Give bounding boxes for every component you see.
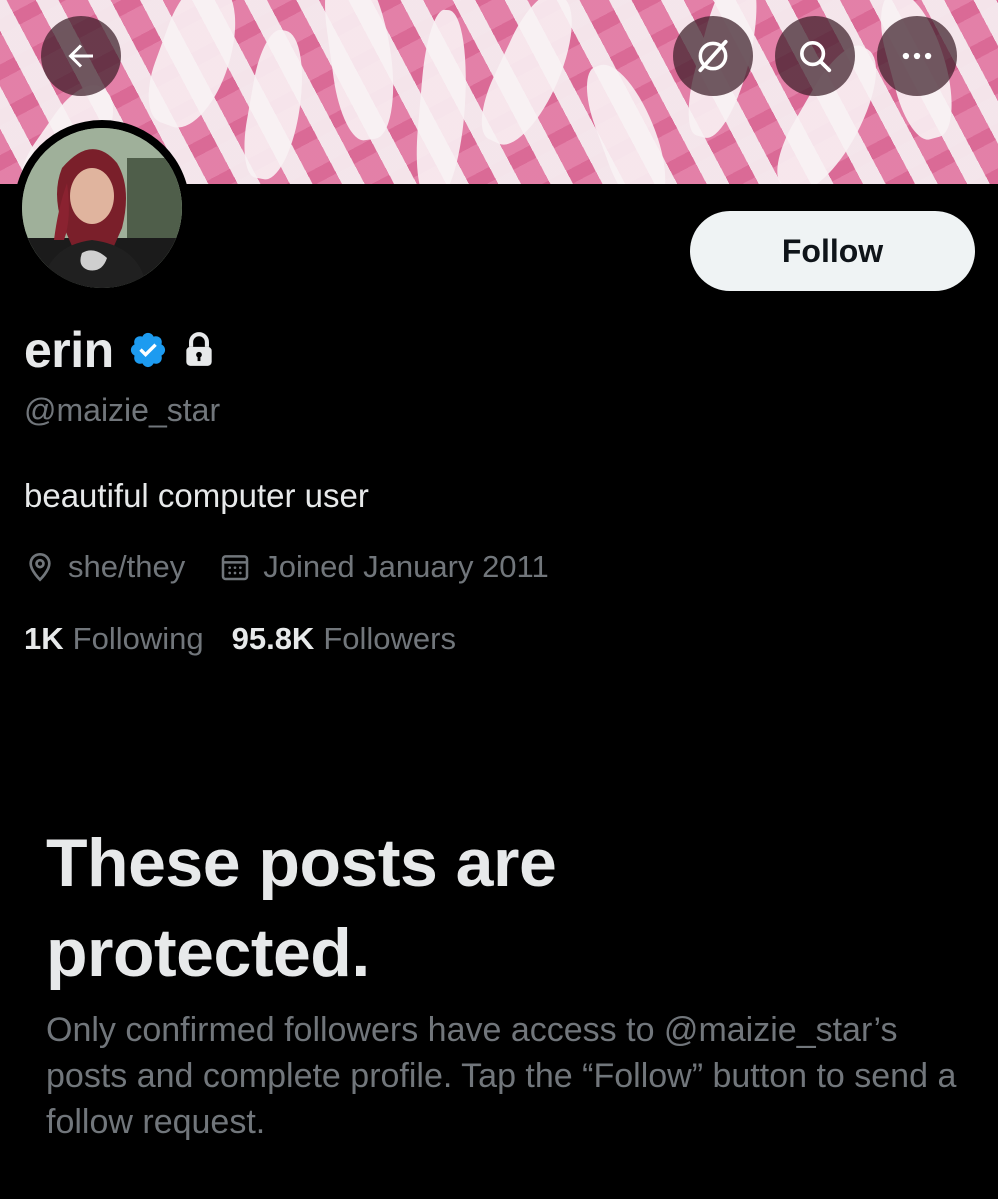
location-pin-icon bbox=[29, 552, 51, 582]
profile-page: Follow erin @maizie_star beautiful compu… bbox=[0, 0, 998, 1199]
following-link[interactable]: 1K Following bbox=[24, 621, 204, 657]
joined-date: Joined January 2011 bbox=[263, 549, 549, 584]
arrow-left-icon bbox=[68, 44, 93, 68]
following-count: 1K bbox=[24, 621, 64, 656]
protected-title: These posts are protected. bbox=[46, 825, 557, 991]
back-button[interactable] bbox=[41, 16, 121, 96]
protected-description: Only confirmed followers have access to … bbox=[46, 1011, 957, 1141]
grok-button[interactable] bbox=[673, 16, 753, 96]
pronouns: she/they bbox=[68, 549, 186, 584]
search-button[interactable] bbox=[775, 16, 855, 96]
followers-label: Followers bbox=[323, 621, 456, 656]
calendar-icon bbox=[221, 555, 249, 581]
search-icon bbox=[800, 41, 832, 73]
more-button[interactable] bbox=[877, 16, 957, 96]
lock-icon bbox=[182, 331, 216, 369]
followers-link[interactable]: 95.8K Followers bbox=[232, 621, 456, 657]
name-row: erin bbox=[24, 320, 216, 380]
verified-badge-icon[interactable] bbox=[128, 330, 168, 370]
joined-item: Joined January 2011 bbox=[219, 549, 549, 585]
more-horizontal-icon bbox=[902, 52, 932, 60]
grok-icon bbox=[698, 39, 728, 73]
avatar-photo bbox=[22, 128, 182, 288]
following-label: Following bbox=[72, 621, 204, 656]
followers-count: 95.8K bbox=[231, 621, 315, 656]
follow-button[interactable]: Follow bbox=[690, 211, 975, 291]
bio: beautiful computer user bbox=[24, 477, 369, 514]
follow-stats: 1K Following 95.8K Followers bbox=[24, 617, 456, 661]
avatar[interactable] bbox=[14, 120, 190, 296]
pronouns-item: she/they bbox=[24, 549, 185, 585]
user-handle: @maizie_star bbox=[24, 392, 221, 428]
display-name: erin bbox=[24, 322, 114, 378]
follow-button-label: Follow bbox=[781, 232, 884, 269]
profile-meta: she/they Joined January 2011 bbox=[24, 545, 549, 589]
